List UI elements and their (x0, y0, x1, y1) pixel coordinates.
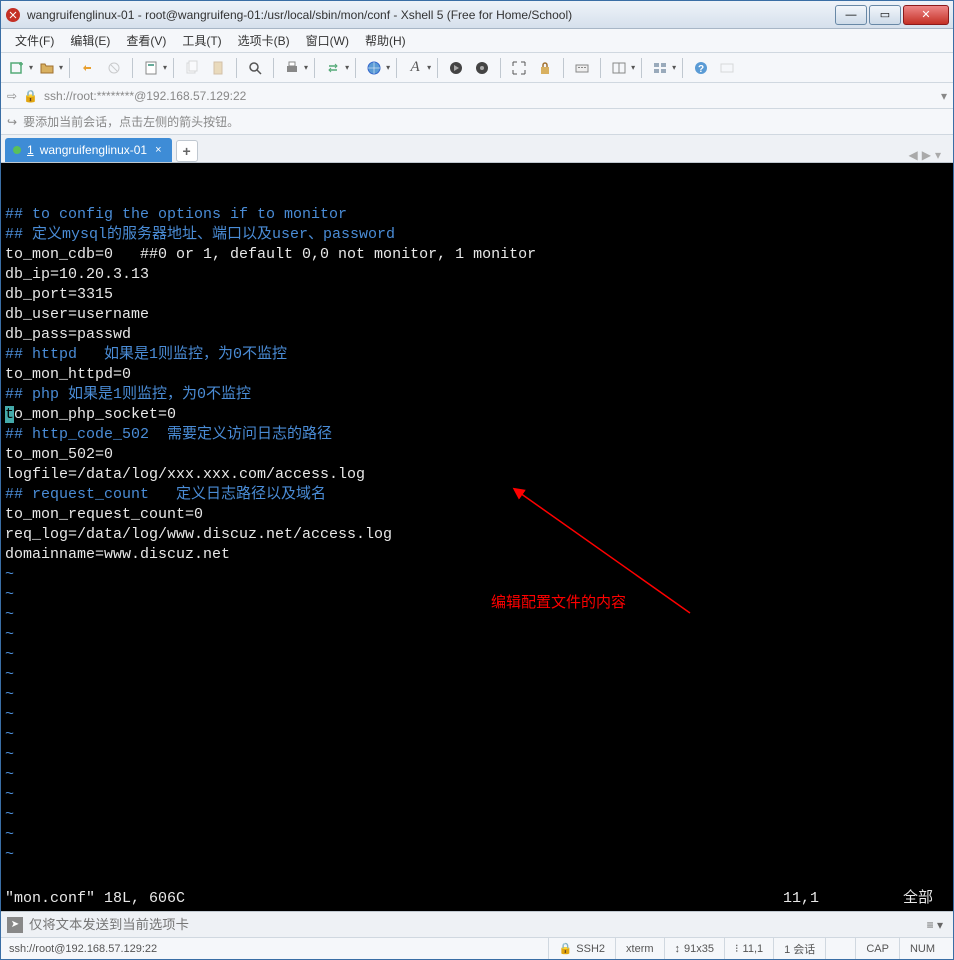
status-num: NUM (899, 938, 945, 959)
tab-close-icon[interactable]: × (153, 144, 163, 156)
status-dot-icon (13, 146, 21, 154)
ssh-address[interactable]: ssh://root:********@192.168.57.129:22 (44, 89, 935, 103)
statusbar: ssh://root@192.168.57.129:22 🔒 SSH2 xter… (1, 937, 953, 959)
tab-prev-icon[interactable]: ◀ (909, 148, 918, 162)
keyboard-icon[interactable] (570, 56, 594, 80)
titlebar[interactable]: wangruifenglinux-01 - root@wangruifeng-0… (1, 1, 953, 29)
transfer-icon[interactable] (321, 56, 345, 80)
font-icon[interactable]: A (403, 56, 427, 80)
vim-cursor-pos: 11,1 (783, 889, 903, 909)
toggle2-icon[interactable] (470, 56, 494, 80)
addressbar-dropdown-icon[interactable]: ▾ (941, 89, 947, 103)
new-session-icon[interactable] (5, 56, 29, 80)
status-size: ↕ 91x35 (664, 938, 724, 959)
copy-icon[interactable] (180, 56, 204, 80)
menubar: 文件(F) 编辑(E) 查看(V) 工具(T) 选项卡(B) 窗口(W) 帮助(… (1, 29, 953, 53)
terminal[interactable]: ## to config the options if to monitor##… (1, 163, 953, 911)
help-icon[interactable]: ? (689, 56, 713, 80)
open-icon[interactable] (35, 56, 59, 80)
send-icon[interactable]: ➤ (7, 917, 23, 933)
session-tab[interactable]: 1 wangruifenglinux-01 × (5, 138, 172, 162)
menu-tabs[interactable]: 选项卡(B) (230, 30, 298, 51)
status-term: xterm (615, 938, 664, 959)
menu-help[interactable]: 帮助(H) (357, 30, 414, 51)
new-tab-button[interactable]: + (176, 140, 198, 162)
tab-index: 1 (27, 143, 34, 157)
vim-statusline: "mon.conf" 18L, 606C 11,1 全部 (5, 889, 949, 909)
status-blank (825, 938, 855, 959)
tip-text: 要添加当前会话，点击左侧的箭头按钮。 (23, 113, 239, 130)
tile-icon[interactable] (648, 56, 672, 80)
status-ssh: ssh://root@192.168.57.129:22 (9, 943, 548, 955)
tab-next-icon[interactable]: ▶ (922, 148, 931, 162)
addressbar: ⇨ 🔒 ssh://root:********@192.168.57.129:2… (1, 83, 953, 109)
properties-icon[interactable] (139, 56, 163, 80)
send-bar: ➤ ≡ ▾ (1, 911, 953, 937)
status-proto: 🔒 SSH2 (548, 938, 615, 959)
disconnect-icon[interactable] (102, 56, 126, 80)
menu-tools[interactable]: 工具(T) (174, 30, 229, 51)
menu-window[interactable]: 窗口(W) (298, 30, 357, 51)
status-pos: ⁝ 11,1 (724, 938, 773, 959)
tipbar: ↪ 要添加当前会话，点击左侧的箭头按钮。 (1, 109, 953, 135)
tab-label: wangruifenglinux-01 (40, 143, 147, 157)
app-window: wangruifenglinux-01 - root@wangruifeng-0… (0, 0, 954, 960)
send-input[interactable] (29, 917, 917, 932)
window-title: wangruifenglinux-01 - root@wangruifeng-0… (27, 8, 835, 22)
svg-text:?: ? (698, 64, 704, 75)
status-sessions: 1 会话 (773, 938, 825, 959)
reconnect-icon[interactable] (76, 56, 100, 80)
globe-icon[interactable] (362, 56, 386, 80)
vim-percent: 全部 (903, 889, 949, 909)
toolbar-overflow-icon[interactable] (715, 56, 739, 80)
addressbar-arrow-icon[interactable]: ⇨ (7, 89, 17, 103)
layout-icon[interactable] (607, 56, 631, 80)
tip-arrow-icon[interactable]: ↪ (7, 115, 17, 129)
close-button[interactable]: ✕ (903, 5, 949, 25)
tab-menu-icon[interactable]: ▾ (935, 148, 941, 162)
minimize-button[interactable]: — (835, 5, 867, 25)
lock-icon[interactable] (533, 56, 557, 80)
toolbar: ▾ ▾ ▾ ▾ ▾ ▾ A▾ ▾ ▾ ? (1, 53, 953, 83)
menu-view[interactable]: 查看(V) (118, 30, 174, 51)
maximize-button[interactable]: ▭ (869, 5, 901, 25)
tabbar: 1 wangruifenglinux-01 × + ◀ ▶ ▾ (1, 135, 953, 163)
menu-file[interactable]: 文件(F) (7, 30, 62, 51)
app-icon (5, 7, 21, 23)
status-cap: CAP (855, 938, 899, 959)
lock-small-icon: 🔒 (23, 89, 38, 103)
vim-file-info: "mon.conf" 18L, 606C (5, 889, 783, 909)
find-icon[interactable] (243, 56, 267, 80)
fullscreen-icon[interactable] (507, 56, 531, 80)
paste-icon[interactable] (206, 56, 230, 80)
print-icon[interactable] (280, 56, 304, 80)
menu-edit[interactable]: 编辑(E) (62, 30, 118, 51)
toggle1-icon[interactable] (444, 56, 468, 80)
send-menu-icon[interactable]: ≡ ▾ (923, 918, 947, 932)
